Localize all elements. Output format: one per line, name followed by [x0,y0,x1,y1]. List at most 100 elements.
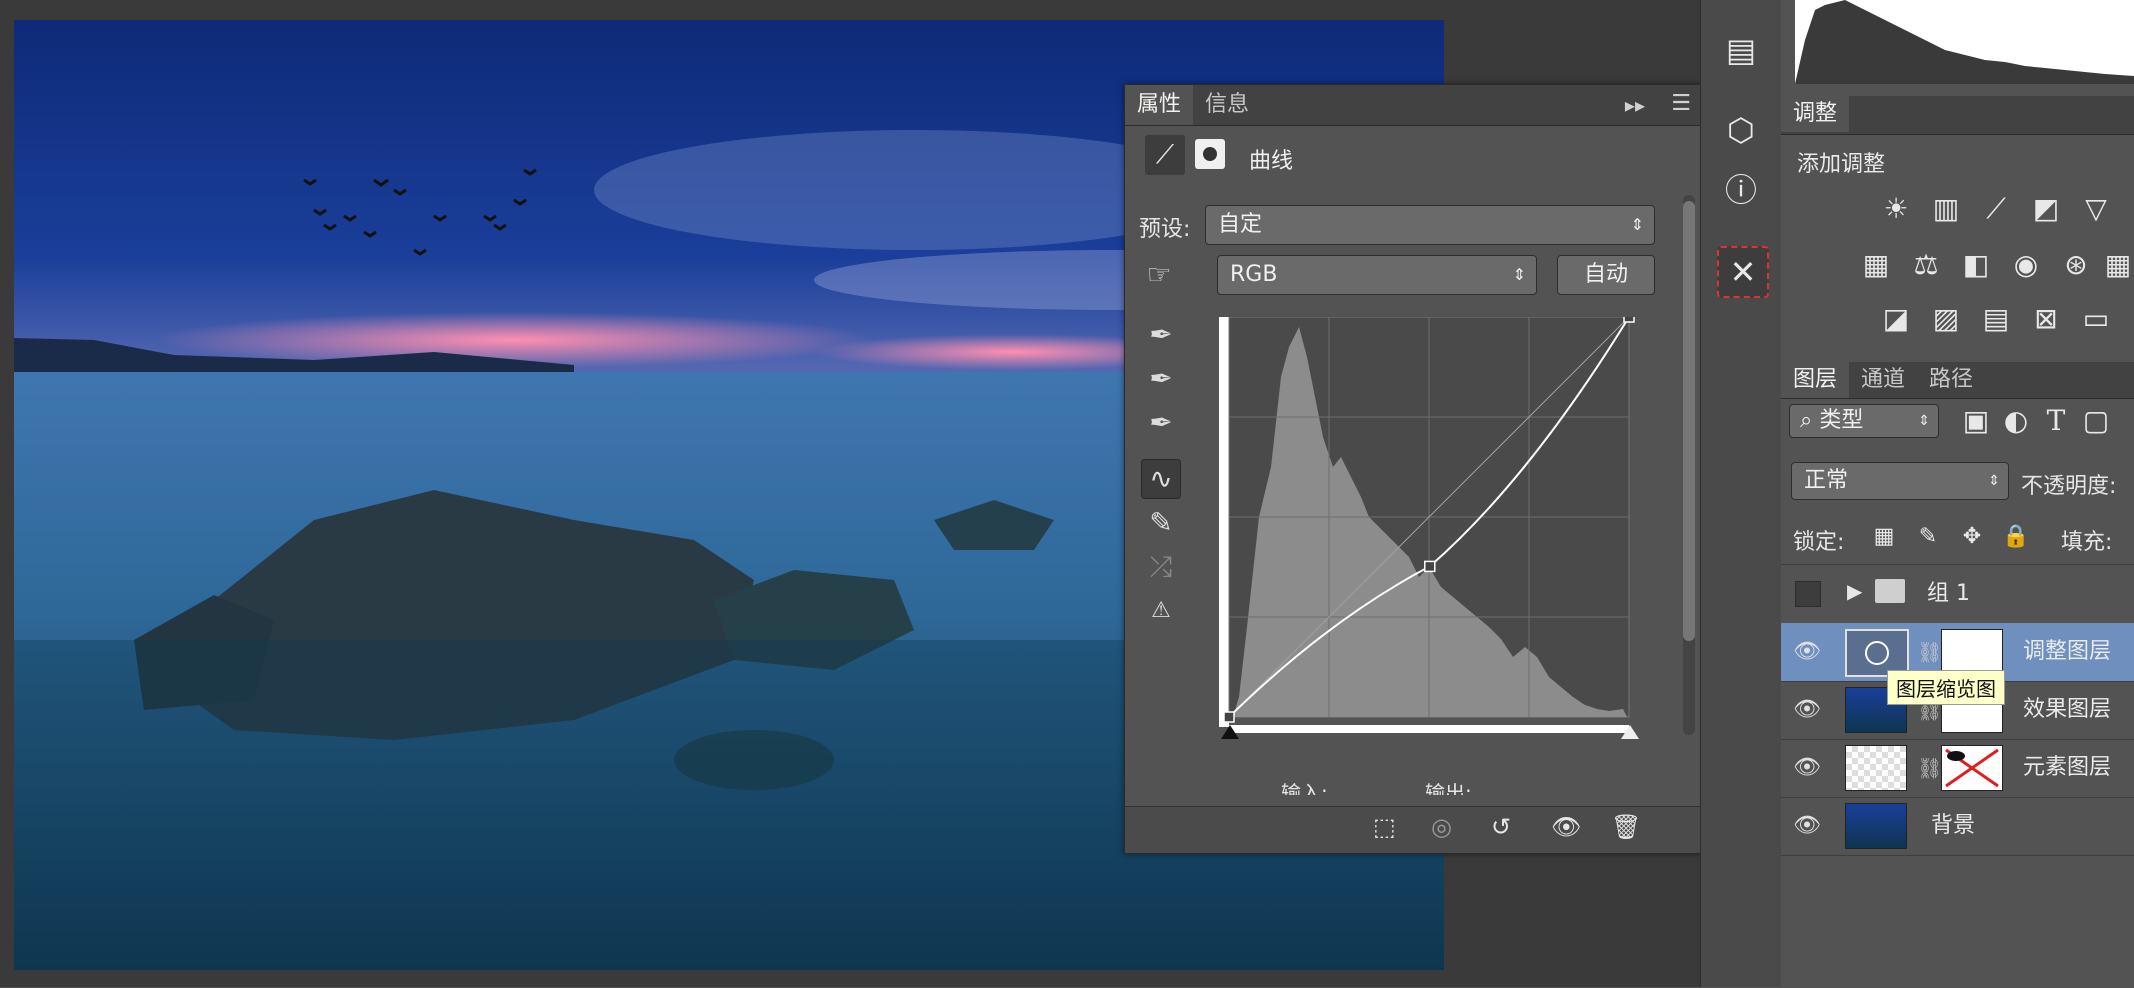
link-chain-icon[interactable]: ⛓ [1917,637,1942,667]
curve-point[interactable] [1223,711,1235,723]
tooltip: 图层缩览图 [1887,670,2005,705]
white-point-slider[interactable] [1621,725,1639,739]
channel-select[interactable]: RGB ⇕ [1217,255,1537,295]
levels-icon[interactable]: ▥ [1927,190,1965,228]
close-x-icon[interactable]: ✕ [1717,246,1769,298]
blend-mode-select[interactable]: 正常 ⇕ [1791,462,2009,500]
background-thumbnail[interactable] [1845,803,1907,849]
layer-mask-icon[interactable] [1195,139,1225,169]
curve-point[interactable] [1623,311,1635,323]
adjustments-tabbar: 调整 [1781,96,2134,135]
mask-thumbnail[interactable] [1941,745,2003,791]
curves-icon[interactable]: ⟋ [1977,190,2015,228]
brightness-contrast-icon[interactable]: ☀ [1877,190,1915,228]
visibility-eye-icon[interactable]: 👁 [1793,639,1821,664]
output-label: 输出: [1425,781,1472,795]
gray-point-eyedropper-icon[interactable]: ✒ [1141,359,1181,399]
tab-paths[interactable]: 路径 [1917,362,1985,398]
layer-row-element[interactable]: 👁 ⛓ 元素图层 [1781,739,2134,798]
right-panels: 调整 添加调整 ☀ ▥ ⟋ ◩ ▽ ▦ ⚖ ◧ ◉ ⊛ ▦ ◪ ▨ ▤ ⊠ ▭ … [1781,0,2134,988]
disclosure-triangle-icon[interactable]: ▶ [1847,579,1862,603]
lock-label: 锁定: [1793,530,1845,555]
layer-row-background[interactable]: 👁 背景 [1781,797,2134,856]
layer-name: 背景 [1931,813,1976,838]
blend-mode-value: 正常 [1804,468,1849,493]
color-lookup-icon[interactable]: ▦ [2099,246,2134,284]
tab-adjustments[interactable]: 调整 [1781,96,1850,132]
visibility-eye-icon[interactable]: 👁 [1551,813,1581,841]
invert-icon[interactable]: ◪ [1877,300,1915,338]
black-point-eyedropper-icon[interactable]: ✒ [1141,315,1181,355]
history-icon[interactable]: ▤ [1717,26,1765,74]
tab-layers[interactable]: 图层 [1781,362,1850,398]
transparent-thumbnail[interactable] [1845,745,1907,791]
visibility-eye-icon[interactable]: 👁 [1793,813,1821,838]
filter-value: 类型 [1819,408,1864,433]
auto-button[interactable]: 自动 [1557,255,1655,295]
preset-label: 预设: [1139,217,1191,242]
curve-point[interactable] [1424,560,1436,573]
link-chain-icon[interactable]: ⛓ [1917,753,1942,783]
curves-graph[interactable] [1219,311,1639,737]
layer-filter-select[interactable]: ⌕ 类型 ⇕ [1789,404,1939,438]
tab-channels[interactable]: 通道 [1849,362,1917,398]
smooth-curve-icon[interactable]: ⤮ [1141,547,1181,587]
delete-trash-icon[interactable]: 🗑 [1611,813,1641,841]
collapse-panel-icon[interactable]: ▸▸ [1625,93,1645,117]
3d-icon[interactable]: ⬡ [1717,106,1765,154]
gradient-map-icon[interactable]: ▭ [2077,300,2115,338]
selective-color-icon[interactable]: ⊠ [2027,300,2065,338]
preset-value: 自定 [1218,212,1263,237]
color-balance-icon[interactable]: ⚖ [1907,246,1945,284]
layer-list: ▶ 组 1 👁 ⛓ 调整图层 👁 ⛓ 效果图层 👁 ⛓ 元素图层 👁 背景 [1781,564,2134,988]
lock-all-icon[interactable]: 🔒 [1997,518,2035,556]
layers-tabbar: 图层 通道 路径 [1781,362,2134,399]
lock-position-move-icon[interactable]: ✥ [1953,518,1991,556]
search-icon: ⌕ [1800,408,1813,433]
posterize-icon[interactable]: ▨ [1927,300,1965,338]
pencil-draw-icon[interactable]: ✎ [1141,503,1181,543]
view-previous-state-icon[interactable]: ◎ [1431,813,1452,841]
panel-scrollbar[interactable] [1683,195,1695,735]
select-arrows-icon: ⇕ [1630,215,1644,234]
hue-saturation-icon[interactable]: ▦ [1857,246,1895,284]
curve-edit-points-icon[interactable]: ∿ [1141,459,1181,499]
panel-menu-icon[interactable]: ☰ [1671,91,1691,116]
tab-info[interactable]: 信息 [1193,85,1261,125]
clip-to-layer-icon[interactable]: ⬚ [1373,813,1396,841]
mask-thumbnail[interactable] [1941,629,2003,675]
info-icon[interactable]: ⓘ [1717,166,1765,214]
channel-mixer-icon[interactable]: ⊛ [2057,246,2095,284]
preset-select[interactable]: 自定 ⇕ [1205,205,1655,245]
lock-image-brush-icon[interactable]: ✎ [1909,518,1947,556]
reset-icon[interactable]: ↺ [1491,813,1511,841]
adjustment-title: 曲线 [1249,149,1294,174]
filter-adjustment-icon[interactable]: ◐ [1997,402,2035,440]
folder-icon [1875,579,1905,603]
clipping-warning-icon[interactable]: ⚠ [1141,591,1181,631]
input-label: 输入: [1281,781,1328,795]
fill-label: 填充: [2061,530,2113,555]
filter-type-icon[interactable]: T [2037,402,2075,440]
layer-name: 组 1 [1927,581,1970,606]
photo-filter-icon[interactable]: ◉ [2007,246,2045,284]
black-point-slider[interactable] [1221,725,1239,739]
layer-row-group[interactable]: ▶ 组 1 [1781,565,2134,624]
threshold-icon[interactable]: ▤ [1977,300,2015,338]
vibrance-icon[interactable]: ▽ [2077,190,2115,228]
visibility-eye-icon[interactable]: 👁 [1793,755,1821,780]
filter-pixel-icon[interactable]: ▣ [1957,402,1995,440]
white-point-eyedropper-icon[interactable]: ✒ [1141,403,1181,443]
visibility-eye-icon[interactable]: 👁 [1793,697,1821,722]
histogram-panel [1795,0,2134,84]
select-arrows-icon: ⇕ [1512,265,1526,284]
curves-adjustment-icon[interactable]: ⟋ [1145,135,1185,175]
histogram-graph [1795,0,2134,84]
tab-properties[interactable]: 属性 [1125,85,1194,125]
visibility-off-box[interactable] [1795,581,1821,607]
on-image-adjust-icon[interactable]: ☞ [1139,255,1179,295]
filter-shape-icon[interactable]: ▢ [2077,402,2115,440]
black-white-icon[interactable]: ◧ [1957,246,1995,284]
exposure-icon[interactable]: ◩ [2027,190,2065,228]
lock-transparent-icon[interactable]: ▦ [1865,518,1903,556]
